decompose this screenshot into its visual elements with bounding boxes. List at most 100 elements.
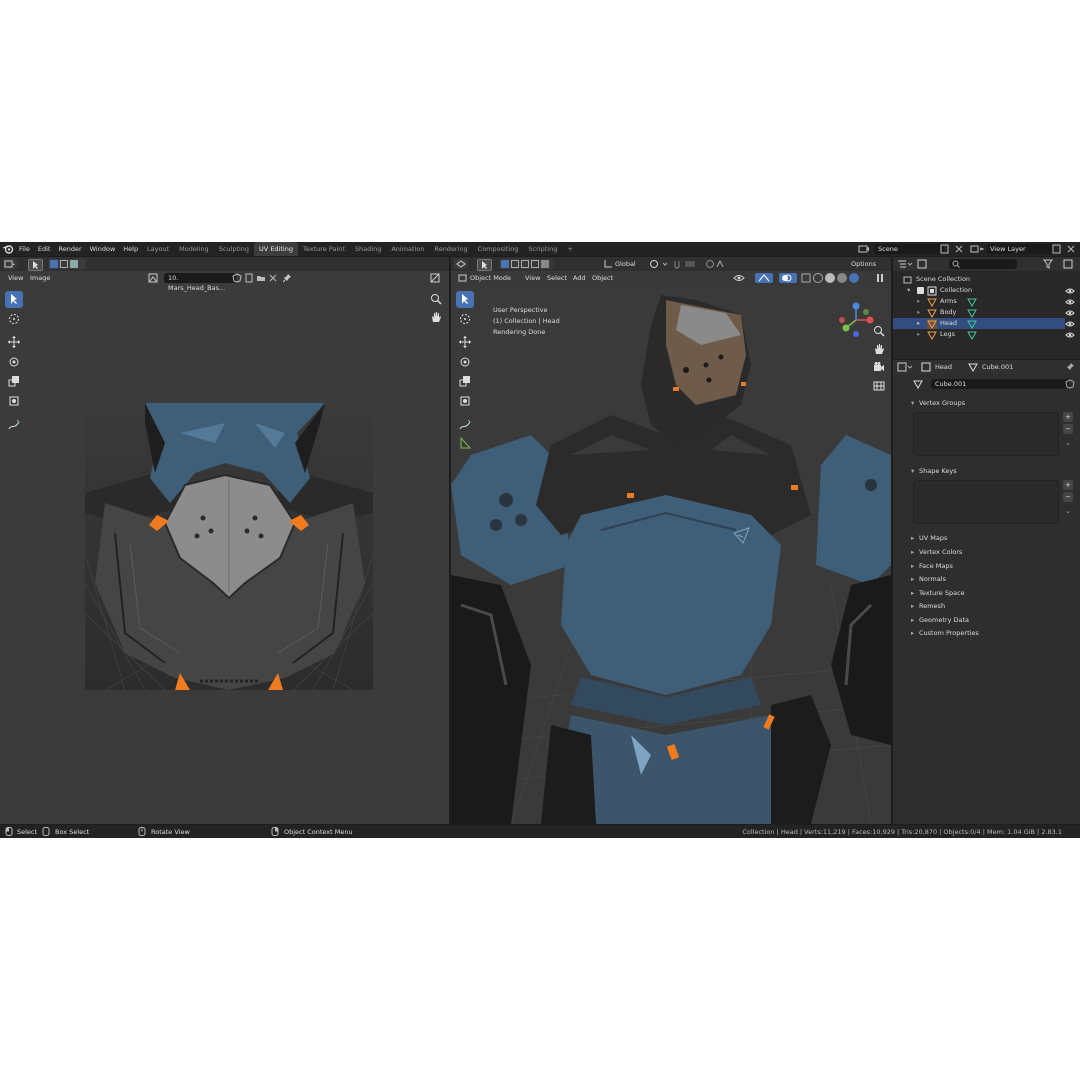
panel-uv-maps[interactable]: ▸ UV Maps [911, 532, 1075, 544]
vertex-mode-icon[interactable] [50, 260, 58, 268]
view-layer-icon[interactable] [970, 244, 985, 254]
annotate-tool[interactable] [5, 417, 23, 434]
viewport-select-box-tool[interactable] [456, 291, 474, 308]
object-mode-dropdown[interactable]: Object Mode [470, 273, 511, 283]
tab-animation[interactable]: Animation [386, 242, 429, 256]
outliner-row-head[interactable]: ▸ Head [893, 318, 1075, 329]
scale-tool[interactable] [5, 373, 23, 390]
transform-orientation[interactable]: Global [615, 259, 636, 269]
menu-help[interactable]: Help [119, 242, 142, 256]
camera-view-icon[interactable] [873, 361, 885, 373]
delete-view-layer-icon[interactable] [1066, 244, 1076, 254]
viewport-editor-type-icon[interactable] [454, 259, 468, 269]
tab-texture-paint[interactable]: Texture Paint [298, 242, 350, 256]
viewport-move-tool[interactable] [456, 334, 474, 351]
active-mesh-label[interactable]: Cube.001 [982, 362, 1013, 372]
scene-field[interactable]: Scene [874, 244, 944, 254]
tab-uv-editing[interactable]: UV Editing [254, 242, 298, 256]
ortho-grid-icon[interactable] [873, 379, 885, 391]
vertex-groups-list[interactable] [913, 412, 1059, 456]
panel-shape-keys[interactable]: ▾ Shape Keys [911, 465, 1075, 477]
viewport-rotate-tool[interactable] [456, 354, 474, 371]
uv-texture-image[interactable] [84, 403, 374, 691]
select-subtract-icon[interactable] [521, 260, 529, 268]
menu-file[interactable]: File [15, 242, 34, 256]
panel-geometry-data[interactable]: ▸ Geometry Data [911, 614, 1075, 626]
options-dropdown[interactable]: Options [851, 259, 876, 269]
viewport-menu-object[interactable]: Object [592, 273, 613, 283]
panel-texture-space[interactable]: ▸ Texture Space [911, 587, 1075, 599]
panel-normals[interactable]: ▸ Normals [911, 573, 1075, 585]
select-invert-icon[interactable] [531, 260, 539, 268]
expand-collection-icon[interactable]: ▾ [907, 285, 910, 296]
xray-icon[interactable] [801, 273, 811, 283]
viewport-menu-add[interactable]: Add [573, 273, 586, 283]
outliner-row-body[interactable]: ▸ Body [893, 307, 1075, 318]
render-canvas[interactable] [451, 285, 891, 824]
scene-icon[interactable] [858, 244, 870, 254]
outliner-row-arms[interactable]: ▸ Arms [893, 296, 1075, 307]
viewport-menu-view[interactable]: View [525, 273, 540, 283]
shape-keys-list[interactable] [913, 480, 1059, 524]
mesh-browse-icon[interactable] [913, 379, 925, 390]
viewport-menu-select[interactable]: Select [547, 273, 567, 283]
tab-rendering[interactable]: Rendering [429, 242, 472, 256]
remove-vertex-group-button[interactable]: − [1063, 424, 1073, 434]
material-shading-icon[interactable] [837, 273, 847, 283]
tab-scripting[interactable]: Scripting [523, 242, 562, 256]
zoom-icon[interactable] [430, 293, 442, 305]
properties-editor-type-icon[interactable] [897, 362, 913, 372]
select-intersect-icon[interactable] [541, 260, 549, 268]
select-new-icon[interactable] [501, 260, 509, 268]
filter-icon[interactable] [1043, 259, 1059, 269]
gizmo-toggle-icon[interactable] [755, 273, 773, 283]
image-name-field[interactable]: 10. Mars_Head_Bas... [164, 273, 236, 292]
rotate-tool[interactable] [5, 354, 23, 371]
uv-menu-image[interactable]: Image [30, 273, 50, 283]
view-layer-field[interactable]: View Layer [986, 244, 1054, 254]
menu-edit[interactable]: Edit [34, 242, 55, 256]
pan-hand-icon[interactable] [430, 311, 442, 323]
move-tool[interactable] [5, 334, 23, 351]
select-box-tool[interactable] [5, 291, 23, 308]
collection-checkbox[interactable] [917, 287, 924, 294]
blender-logo-icon[interactable] [2, 244, 14, 254]
menu-render[interactable]: Render [54, 242, 85, 256]
image-browse-icon[interactable] [148, 273, 160, 283]
transform-tool[interactable] [5, 393, 23, 410]
new-view-layer-icon[interactable] [1052, 244, 1062, 254]
editor-type-icon[interactable] [3, 259, 17, 269]
outliner-row-collection[interactable]: ▾ Collection [893, 285, 1075, 296]
panel-vertex-colors[interactable]: ▸ Vertex Colors [911, 546, 1075, 558]
viewport-cursor-tool[interactable] [456, 311, 474, 328]
uv-menu-view[interactable]: View [8, 273, 23, 283]
pin-icon[interactable] [282, 273, 292, 283]
uv-editor[interactable]: View Image 10. Mars_Head_Bas... [0, 257, 449, 824]
rendered-shading-icon[interactable] [849, 273, 859, 283]
viewport-select-icon[interactable] [477, 259, 492, 271]
viewport-pan-icon[interactable] [873, 343, 885, 355]
panel-face-maps[interactable]: ▸ Face Maps [911, 560, 1075, 572]
panel-remesh[interactable]: ▸ Remesh [911, 600, 1075, 612]
open-image-icon[interactable] [256, 273, 266, 283]
display-mode-icon[interactable] [917, 259, 933, 269]
unlink-image-icon[interactable] [268, 273, 278, 283]
pause-render-icon[interactable] [875, 273, 885, 283]
add-shape-key-button[interactable]: + [1063, 480, 1073, 490]
pivot-point-icon[interactable] [649, 259, 671, 269]
outliner-search-input[interactable] [949, 259, 1017, 269]
cursor-tool[interactable] [5, 311, 23, 328]
properties-editor[interactable]: Head Cube.001 Cube.001 ▾ Vertex Groups + … [893, 360, 1080, 824]
active-object-label[interactable]: Head [935, 362, 952, 372]
fake-user-icon[interactable] [232, 273, 242, 283]
pin-icon[interactable] [1065, 362, 1075, 372]
uv-select-mode-icon[interactable] [28, 259, 43, 271]
proportional-edit-icon[interactable] [705, 259, 727, 269]
edge-mode-icon[interactable] [60, 260, 68, 268]
new-collection-icon[interactable] [1063, 259, 1075, 269]
tab-layout[interactable]: Layout [142, 242, 174, 256]
add-vertex-group-button[interactable]: + [1063, 412, 1073, 422]
tab-compositing[interactable]: Compositing [473, 242, 524, 256]
display-channels-icon[interactable] [430, 273, 444, 283]
tab-sculpting[interactable]: Sculpting [214, 242, 254, 256]
